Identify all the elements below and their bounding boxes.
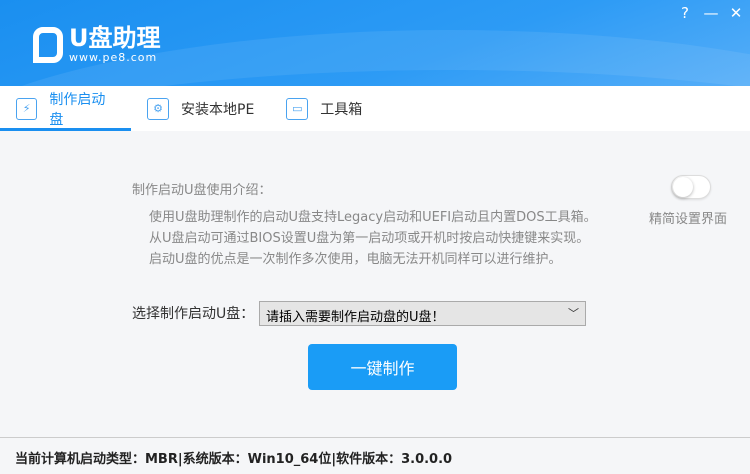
- tab-label: 安装本地PE: [181, 101, 255, 118]
- tab-install-local-pe[interactable]: ⚙ 安装本地PE: [131, 86, 268, 131]
- folder-gear-icon: ⚙: [147, 97, 169, 120]
- intro-label: 制作启动U盘使用介绍：: [132, 183, 272, 198]
- logo-title: U盘助理: [69, 24, 161, 52]
- usb-icon: ⚡: [16, 97, 38, 120]
- tab-bar: ⚡ 制作启动盘 ⚙ 安装本地PE ▭ 工具箱: [0, 86, 750, 131]
- simplified-ui-toggle[interactable]: [671, 175, 711, 199]
- tab-make-boot-disk[interactable]: ⚡ 制作启动盘: [0, 86, 131, 131]
- intro-line: 从U盘启动可通过BIOS设置U盘为第一启动项或开机时按启动快捷键来实现。: [149, 231, 590, 246]
- minimize-button[interactable]: —: [701, 4, 721, 22]
- tab-label: 工具箱: [320, 101, 363, 118]
- intro-text: 使用U盘助理制作的启动U盘支持Legacy启动和UEFI启动且内置DOS工具箱。…: [149, 207, 597, 270]
- toggle-knob: [673, 177, 693, 197]
- logo: U盘助理 www.pe8.com: [33, 25, 161, 64]
- tab-label: 制作启动盘: [49, 91, 106, 128]
- toggle-label: 精简设置界面: [649, 212, 728, 227]
- header: U盘助理 www.pe8.com ? — ✕: [0, 0, 750, 86]
- logo-icon: [33, 26, 63, 63]
- intro-line: 使用U盘助理制作的启动U盘支持Legacy启动和UEFI启动且内置DOS工具箱。: [149, 210, 597, 225]
- select-label: 选择制作启动U盘：: [132, 306, 255, 322]
- close-button[interactable]: ✕: [726, 4, 746, 22]
- status-bar: 当前计算机启动类型：MBR|系统版本：Win10_64位|软件版本：3.0.0.…: [0, 437, 750, 474]
- select-value: 请插入需要制作启动盘的U盘！: [266, 310, 445, 325]
- help-icon[interactable]: ?: [675, 4, 695, 22]
- main-content: 制作启动U盘使用介绍： 使用U盘助理制作的启动U盘支持Legacy启动和UEFI…: [0, 131, 750, 437]
- chevron-down-icon: ﹀: [568, 307, 579, 320]
- usb-drive-select[interactable]: 请插入需要制作启动盘的U盘！ ﹀: [259, 301, 586, 326]
- one-click-make-button[interactable]: 一键制作: [308, 344, 457, 390]
- intro-line: 启动U盘的优点是一次制作多次使用，电脑无法开机同样可以进行维护。: [149, 252, 562, 267]
- logo-url: www.pe8.com: [69, 51, 158, 64]
- tab-toolbox[interactable]: ▭ 工具箱: [270, 86, 376, 131]
- toolbox-icon: ▭: [286, 97, 309, 120]
